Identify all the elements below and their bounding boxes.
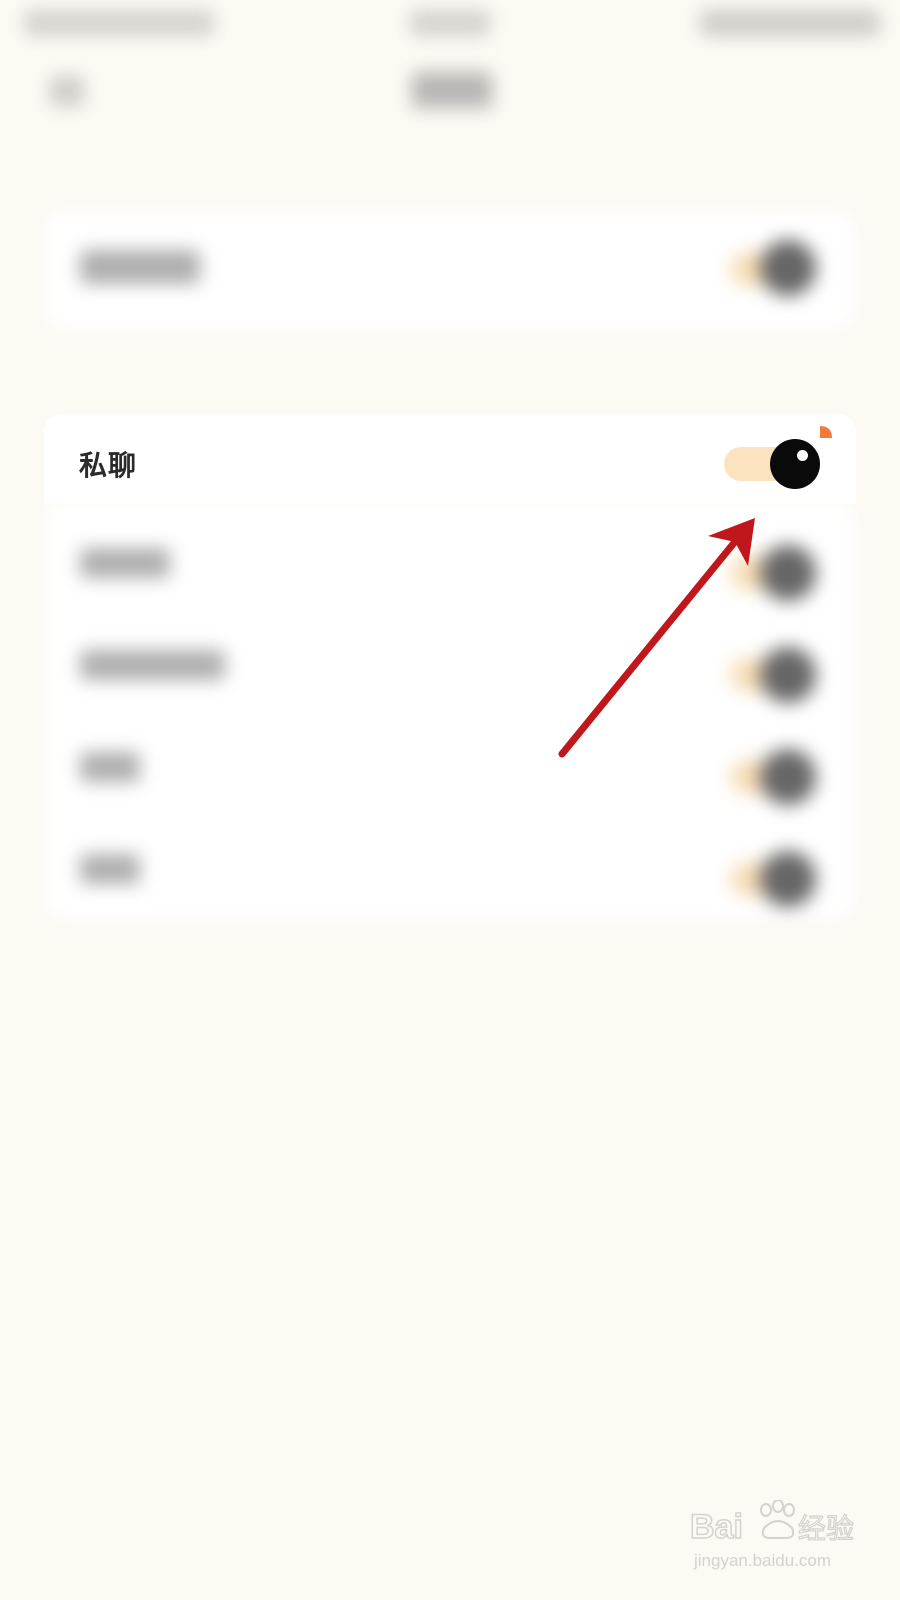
- settings-card-top: [44, 210, 856, 330]
- toggle-track: [730, 658, 790, 692]
- toggle-knob: [760, 545, 816, 601]
- svg-text:Bai: Bai: [690, 1508, 743, 1546]
- toggle-track: [730, 760, 790, 794]
- svg-text:jingyan.baidu.com: jingyan.baidu.com: [693, 1551, 831, 1570]
- page-title: [412, 72, 492, 108]
- toggle-knob: [760, 647, 816, 703]
- toggle-knob: [760, 749, 816, 805]
- toggle-eye-icon: [797, 450, 808, 461]
- status-bar-center: [410, 10, 490, 36]
- private-chat-toggle[interactable]: [724, 426, 832, 490]
- blurred-background: [0, 0, 900, 1600]
- status-bar-left: [24, 10, 214, 36]
- toggle-knob: [760, 851, 816, 907]
- toggle-knob: [760, 240, 816, 296]
- annotation-arrow-icon: [558, 518, 755, 758]
- toggle-track: [730, 862, 790, 896]
- setting-label: [80, 548, 170, 578]
- toggle-knob: [770, 439, 820, 489]
- private-chat-label: 私聊: [79, 449, 138, 482]
- toggle-accent-icon: [820, 426, 832, 438]
- status-bar-right: [700, 10, 880, 36]
- svg-text:经验: 经验: [798, 1512, 854, 1545]
- setting-label: [80, 752, 140, 782]
- toggle-track: [730, 556, 790, 590]
- setting-label: [80, 250, 200, 284]
- setting-label: [80, 650, 225, 680]
- baidu-watermark-logo: Bai 经验 jingyan.baidu.com: [690, 1500, 855, 1570]
- toggle-track: [730, 252, 790, 286]
- private-chat-row: 私聊: [44, 414, 856, 504]
- settings-card-main: [44, 500, 856, 920]
- back-icon: [50, 76, 84, 106]
- setting-label: [80, 854, 140, 884]
